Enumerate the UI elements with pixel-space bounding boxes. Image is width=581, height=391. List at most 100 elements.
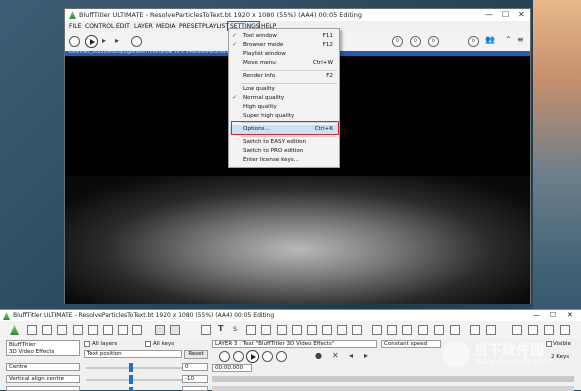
users-icon[interactable]: 👥 (485, 35, 495, 44)
value-x-field[interactable]: 0 (182, 363, 208, 371)
align-horizontal-select[interactable]: Centre (6, 363, 80, 371)
maximize-button[interactable]: ☐ (550, 311, 556, 319)
chevron-up-icon[interactable]: ⌃ (505, 35, 512, 44)
light-layer-icon[interactable] (337, 325, 347, 335)
menu-file[interactable]: FILE (69, 23, 81, 30)
save-icon[interactable] (57, 325, 67, 335)
badge-icon-1[interactable]: 0 (392, 36, 403, 47)
new-icon[interactable] (27, 325, 37, 335)
badge-icon-3[interactable]: 0 (428, 36, 439, 47)
fullscreen-icon[interactable] (560, 325, 570, 335)
prev-key-icon[interactable] (233, 351, 244, 362)
menu-playlist[interactable]: PLAYLIST (202, 23, 229, 30)
timeline-track[interactable] (212, 376, 574, 382)
text-layer-icon[interactable]: T (218, 324, 223, 333)
feedback-layer-icon[interactable] (387, 325, 397, 335)
menu-item-tool-window[interactable]: Tool window (243, 33, 277, 39)
extra-select[interactable] (6, 386, 80, 391)
maximize-button[interactable]: ☐ (502, 10, 509, 19)
export-icon[interactable] (73, 325, 83, 335)
visible-checkbox[interactable] (546, 341, 552, 347)
effect-layer-icon[interactable] (402, 325, 412, 335)
menu-item-normal-quality[interactable]: Normal quality (243, 95, 284, 101)
menu-item-playlist-window[interactable]: Playlist window (243, 51, 286, 57)
camera-layer-icon[interactable] (352, 325, 362, 335)
menu-item-low-quality[interactable]: Low quality (243, 86, 275, 92)
help-icon[interactable] (512, 325, 522, 335)
video-layer-icon[interactable] (261, 325, 271, 335)
minimize-button[interactable]: — (533, 311, 540, 319)
menu-control[interactable]: CONTROL (85, 23, 114, 30)
slider-y-thumb[interactable] (129, 375, 133, 384)
play-button[interactable] (85, 35, 98, 48)
interpolation-select[interactable]: Constant speed (381, 340, 441, 348)
particle-layer-icon[interactable] (292, 325, 302, 335)
sprite-layer-icon[interactable]: s (233, 324, 237, 333)
menu-item-switch-easy[interactable]: Switch to EASY edition (243, 139, 306, 145)
reload-icon[interactable] (131, 36, 142, 47)
undo-icon[interactable] (155, 325, 165, 335)
open-icon[interactable] (42, 325, 52, 335)
menu-item-switch-pro[interactable]: Switch to PRO edition (243, 148, 303, 154)
next-key-icon[interactable] (262, 351, 273, 362)
layer-type-icon[interactable] (201, 325, 211, 335)
add-key-icon[interactable]: ● (315, 351, 322, 360)
close-button[interactable]: ✕ (567, 311, 573, 319)
menu-media[interactable]: MEDIA (156, 23, 175, 30)
settings-icon[interactable] (528, 325, 538, 335)
terrain-icon[interactable] (450, 325, 460, 335)
grid-icon[interactable] (88, 325, 98, 335)
layer-name-box[interactable]: BluffTitler 3D Video Effects (6, 340, 80, 356)
timeline-track-2[interactable] (212, 386, 574, 391)
menu-item-license-keys[interactable]: Enter license keys... (243, 157, 299, 163)
mesh-icon[interactable] (434, 325, 444, 335)
key-left-icon[interactable]: ◂ (349, 351, 353, 360)
step-icon[interactable]: ▸ (115, 36, 119, 45)
delete-icon[interactable] (132, 325, 142, 335)
menu-preset[interactable]: PRESET (179, 23, 202, 30)
key-right-icon[interactable]: ▸ (364, 351, 368, 360)
value-y-field[interactable]: -10 (182, 375, 208, 383)
snapshot-icon[interactable] (470, 325, 480, 335)
audio-layer-icon[interactable] (277, 325, 287, 335)
menu-item-render-info[interactable]: Render info (243, 73, 275, 79)
window-title: BluffTitler ULTIMATE - ResolveParticlesT… (79, 11, 362, 19)
picture-layer-icon[interactable] (246, 325, 256, 335)
delete-key-icon[interactable]: ✕ (332, 351, 339, 360)
all-keys-checkbox[interactable] (145, 341, 151, 347)
rewind-icon[interactable] (69, 36, 80, 47)
shape-layer-icon[interactable] (372, 325, 382, 335)
model-layer-icon[interactable] (307, 325, 317, 335)
redo-icon[interactable] (170, 325, 180, 335)
hamburger-menu-icon[interactable]: ≡ (517, 35, 524, 44)
plasma-layer-icon[interactable] (322, 325, 332, 335)
particle-icon[interactable] (418, 325, 428, 335)
slider-z-thumb[interactable] (129, 387, 133, 391)
align-vertical-select[interactable]: Vertical align centre (6, 375, 80, 383)
menu-item-high-quality[interactable]: High quality (243, 104, 277, 110)
menu-item-move-menu[interactable]: Move menu (243, 60, 276, 66)
time-field[interactable]: 00:00.000 (212, 364, 252, 372)
menu-edit[interactable]: EDIT (116, 23, 130, 30)
badge-icon-2[interactable]: 0 (410, 36, 421, 47)
badge-icon-4[interactable]: 0 (468, 36, 479, 47)
menu-layer[interactable]: LAYER (134, 23, 153, 30)
menu-item-browser-mode[interactable]: Browser mode (243, 42, 283, 48)
info-icon[interactable] (544, 325, 554, 335)
paste-icon[interactable] (118, 325, 128, 335)
last-key-icon[interactable] (276, 351, 287, 362)
first-key-icon[interactable] (219, 351, 230, 362)
close-button[interactable]: ✕ (518, 10, 525, 19)
reset-button[interactable]: Reset (184, 350, 208, 359)
editor-play-button[interactable] (246, 350, 259, 363)
minimize-button[interactable]: — (485, 10, 493, 19)
slider-x-thumb[interactable] (129, 363, 133, 372)
all-layers-checkbox[interactable] (84, 341, 90, 347)
forward-icon[interactable]: ▸ (102, 36, 106, 45)
render-icon[interactable] (486, 325, 496, 335)
copy-icon[interactable] (103, 325, 113, 335)
value-z-field[interactable] (182, 386, 208, 391)
menu-item-super-high-quality[interactable]: Super high quality (243, 113, 294, 119)
property-select[interactable]: Text position (84, 350, 182, 358)
layer-select[interactable]: LAYER 3 : Text "BluffTitler 3D Video Eff… (212, 340, 377, 348)
